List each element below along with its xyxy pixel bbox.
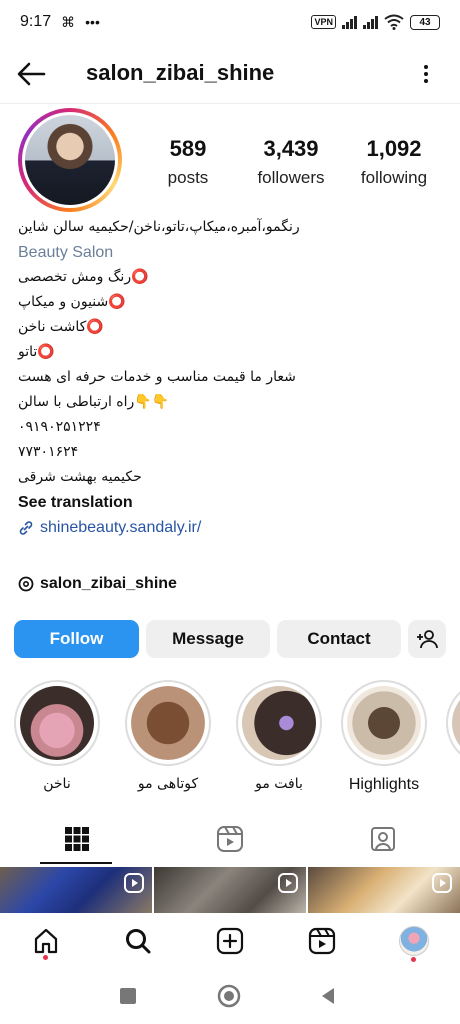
active-tab-indicator bbox=[40, 862, 112, 864]
suggested-users-button[interactable] bbox=[408, 620, 446, 658]
nav-profile[interactable] bbox=[398, 925, 430, 957]
see-translation-link[interactable]: See translation bbox=[18, 490, 442, 515]
wifi-icon bbox=[384, 14, 404, 30]
post-thumbnail[interactable] bbox=[154, 867, 306, 913]
divider bbox=[0, 103, 460, 104]
bio-category[interactable]: Beauty Salon bbox=[18, 240, 442, 265]
bio-phone: ۰۹۱۹۰۲۵۱۲۲۴ bbox=[18, 419, 101, 435]
profile-avatar-icon bbox=[399, 926, 429, 956]
bio-address: حکیمیه بهشت شرقی bbox=[18, 469, 142, 485]
tab-posts-grid[interactable] bbox=[0, 815, 153, 863]
link-icon bbox=[19, 520, 33, 535]
bio-phone: ۷۷۳۰۱۶۲۴ bbox=[18, 444, 79, 460]
nav-home[interactable] bbox=[30, 925, 62, 957]
back-button[interactable] bbox=[16, 60, 48, 88]
highlight-item[interactable]: ناخن bbox=[14, 680, 100, 792]
threads-badge[interactable]: salon_zibai_shine bbox=[18, 575, 177, 593]
nav-reels[interactable] bbox=[306, 925, 338, 957]
notification-icon: ⌘ bbox=[61, 13, 76, 30]
highlight-label: ناخن bbox=[43, 776, 71, 792]
contact-button[interactable]: Contact bbox=[277, 620, 401, 658]
followers-label: followers bbox=[257, 168, 325, 187]
bottom-navigation bbox=[0, 913, 460, 971]
home-circle-icon bbox=[217, 984, 241, 1008]
bio-line: ⭕رنگ ومش تخصصی bbox=[18, 269, 149, 285]
profile-username: salon_zibai_shine bbox=[86, 60, 275, 85]
message-button[interactable]: Message bbox=[146, 620, 270, 658]
following-count: 1,092 bbox=[366, 136, 422, 161]
reel-icon bbox=[278, 873, 298, 893]
bio-line: ⭕تاتو bbox=[18, 344, 55, 360]
bio-name: رنگمو،آمبره،میکاپ،تاتو،ناخن/حکیمیه سالن … bbox=[18, 219, 300, 235]
highlight-item[interactable]: بافت مو bbox=[236, 680, 322, 792]
reel-icon bbox=[124, 873, 144, 893]
following-label: following bbox=[360, 168, 428, 187]
search-icon bbox=[126, 929, 151, 954]
reel-icon bbox=[432, 873, 452, 893]
reels-icon bbox=[308, 927, 336, 955]
following-stat[interactable]: 1,092 following bbox=[354, 136, 434, 188]
profile-tabs bbox=[0, 815, 460, 865]
highlight-item-partial[interactable] bbox=[446, 680, 460, 766]
bio-line: ⭕شنیون و میکاپ bbox=[18, 294, 126, 310]
post-grid bbox=[0, 867, 460, 913]
highlight-cover bbox=[347, 686, 421, 760]
profile-notification-dot bbox=[411, 957, 416, 962]
tagged-icon bbox=[370, 827, 395, 851]
nav-create[interactable] bbox=[214, 925, 246, 957]
status-time: 9:17 bbox=[20, 13, 52, 30]
more-notifications-icon: ••• bbox=[85, 14, 100, 30]
profile-avatar[interactable] bbox=[18, 108, 122, 212]
top-navigation: salon_zibai_shine bbox=[0, 50, 460, 98]
highlight-item[interactable]: Highlights bbox=[341, 680, 427, 794]
posts-count: 589 bbox=[169, 136, 207, 161]
home-system-button[interactable] bbox=[217, 984, 241, 1008]
signal-icon-2 bbox=[363, 15, 378, 29]
reels-icon bbox=[216, 826, 243, 852]
back-system-button[interactable] bbox=[318, 986, 340, 1008]
tab-tagged[interactable] bbox=[306, 815, 459, 863]
bio-line: ⭕کاشت ناخن bbox=[18, 319, 104, 335]
threads-handle: salon_zibai_shine bbox=[40, 575, 177, 592]
post-thumbnail[interactable] bbox=[308, 867, 460, 913]
back-triangle-icon bbox=[322, 988, 334, 1004]
signal-icon bbox=[342, 15, 357, 29]
create-icon bbox=[216, 927, 244, 955]
website-url: shinebeauty.sandaly.ir/ bbox=[40, 519, 202, 536]
profile-bio: رنگمو،آمبره،میکاپ،تاتو،ناخن/حکیمیه سالن … bbox=[18, 215, 442, 540]
post-thumbnail[interactable] bbox=[0, 867, 152, 913]
highlight-cover bbox=[131, 686, 205, 760]
followers-stat[interactable]: 3,439 followers bbox=[248, 136, 334, 188]
highlight-label: Highlights bbox=[348, 776, 420, 793]
recents-icon bbox=[120, 988, 136, 1004]
highlight-cover bbox=[242, 686, 316, 760]
posts-label: posts bbox=[167, 168, 209, 187]
tab-reels[interactable] bbox=[153, 815, 306, 863]
followers-count: 3,439 bbox=[263, 136, 319, 161]
highlight-item[interactable]: کوتاهی مو bbox=[125, 680, 211, 792]
bio-line: شعار ما قیمت مناسب و خدمات حرفه ای هست bbox=[18, 369, 296, 385]
threads-icon bbox=[18, 576, 34, 592]
vpn-badge: VPN bbox=[311, 15, 336, 29]
home-notification-dot bbox=[43, 955, 48, 960]
add-user-icon bbox=[417, 630, 438, 649]
highlight-cover bbox=[20, 686, 94, 760]
battery-icon: 43 bbox=[410, 14, 440, 30]
avatar-photo bbox=[25, 115, 115, 205]
highlight-label: کوتاهی مو bbox=[137, 776, 199, 792]
bio-website-link[interactable]: shinebeauty.sandaly.ir/ bbox=[18, 515, 442, 540]
posts-stat[interactable]: 589 posts bbox=[158, 136, 218, 188]
grid-icon bbox=[64, 827, 89, 851]
follow-button[interactable]: Follow bbox=[14, 620, 139, 658]
system-navigation-bar bbox=[0, 972, 460, 1024]
back-arrow-icon bbox=[17, 62, 46, 86]
highlight-label: بافت مو bbox=[255, 776, 303, 792]
nav-search[interactable] bbox=[122, 925, 154, 957]
bio-line: 👇👇راه ارتباطی با سالن bbox=[18, 394, 170, 410]
status-bar: 9:17 ⌘ ••• VPN 43 bbox=[0, 0, 460, 44]
recents-button[interactable] bbox=[118, 986, 140, 1008]
more-options-button[interactable] bbox=[416, 60, 436, 88]
home-icon bbox=[34, 928, 58, 954]
